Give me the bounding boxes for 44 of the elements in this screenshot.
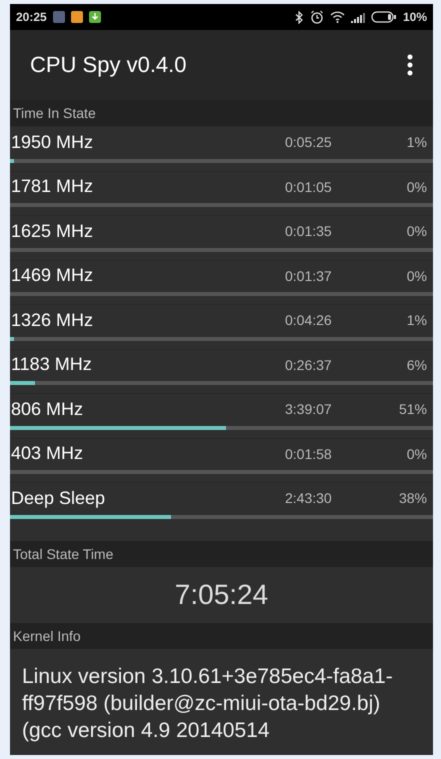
state-name: 1469 MHz [10, 265, 94, 286]
state-name: 1950 MHz [10, 132, 94, 152]
state-percent: 0% [406, 268, 428, 284]
app-title: CPU Spy v0.4.0 [30, 52, 187, 78]
state-name: Deep Sleep [10, 488, 106, 508]
state-percent: 51% [398, 401, 428, 417]
clock: 20:25 [16, 10, 47, 24]
alarm-icon [310, 10, 324, 24]
state-name: 1625 MHz [10, 220, 94, 242]
state-duration: 0:01:35 [285, 223, 333, 239]
section-title: Time In State [13, 105, 96, 121]
state-name: 1781 MHz [10, 176, 94, 197]
state-name: 1183 MHz [10, 354, 93, 375]
state-percent: 1% [406, 134, 428, 150]
kernel-info-text: Linux version 3.10.61+3e785ec4-fa8a1-ff97f598 (builder@zc-miui-ota-bd29.bj) (gcc version 4.9 20140514 [22, 664, 393, 742]
more-options-icon[interactable] [407, 54, 413, 76]
battery-icon [370, 11, 397, 23]
section-title: Kernel Info [13, 628, 81, 644]
state-duration: 0:05:25 [285, 134, 333, 150]
state-percent: 1% [406, 312, 428, 328]
state-percent: 0% [406, 446, 428, 462]
state-duration: 0:01:58 [285, 446, 333, 462]
bluetooth-icon [294, 10, 304, 24]
state-name: 806 MHz [10, 398, 84, 420]
state-percent: 0% [406, 223, 428, 239]
state-duration: 0:04:26 [285, 312, 333, 328]
notification-icon [70, 11, 83, 23]
state-duration: 2:43:30 [285, 490, 333, 506]
wifi-icon [330, 11, 345, 23]
section-title: Total State Time [13, 546, 114, 562]
signal-icon [350, 12, 365, 22]
battery-level: 10% [402, 10, 427, 24]
state-percent: 38% [398, 490, 428, 506]
state-duration: 0:01:37 [285, 268, 333, 284]
state-name: 403 MHz [10, 443, 84, 464]
state-percent: 0% [406, 178, 428, 194]
state-name: 1326 MHz [10, 310, 94, 330]
notification-icon [52, 11, 65, 23]
state-duration: 0:01:05 [285, 178, 333, 194]
state-duration: 3:39:07 [285, 401, 333, 417]
state-percent: 6% [406, 356, 428, 372]
total-time: 7:05:24 [174, 578, 268, 610]
state-duration: 0:26:37 [285, 356, 333, 372]
download-icon [88, 11, 101, 23]
